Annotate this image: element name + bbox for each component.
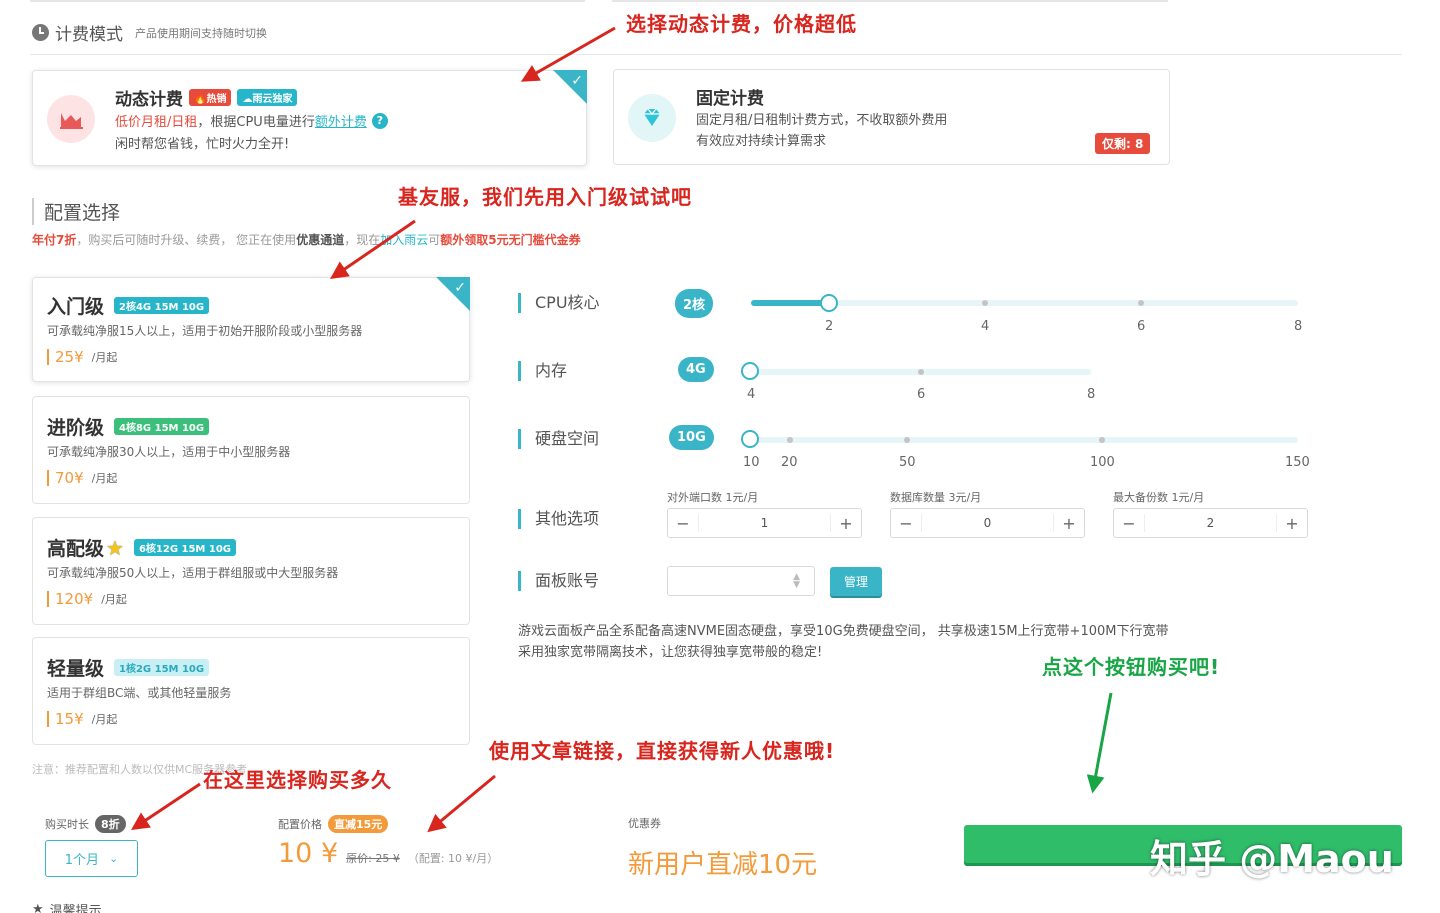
arrow-to-buy: [1086, 692, 1113, 794]
annotation-buy: 点这个按钮购买吧!: [1042, 655, 1221, 679]
watermark: 知乎 @Maou: [1150, 837, 1394, 881]
arrow-to-dynamic: [520, 26, 616, 82]
arrow-to-duration: [131, 782, 201, 830]
arrow-to-starter: [330, 219, 416, 280]
arrow-to-price: [427, 774, 496, 833]
annotation-dynamic: 选择动态计费，价格超低: [626, 12, 857, 36]
annotation-starter: 基友服，我们先用入门级试试吧: [398, 185, 692, 209]
annotation-duration: 在这里选择购买多久: [203, 768, 392, 792]
annotation-coupon: 使用文章链接，直接获得新人优惠哦!: [489, 739, 836, 763]
